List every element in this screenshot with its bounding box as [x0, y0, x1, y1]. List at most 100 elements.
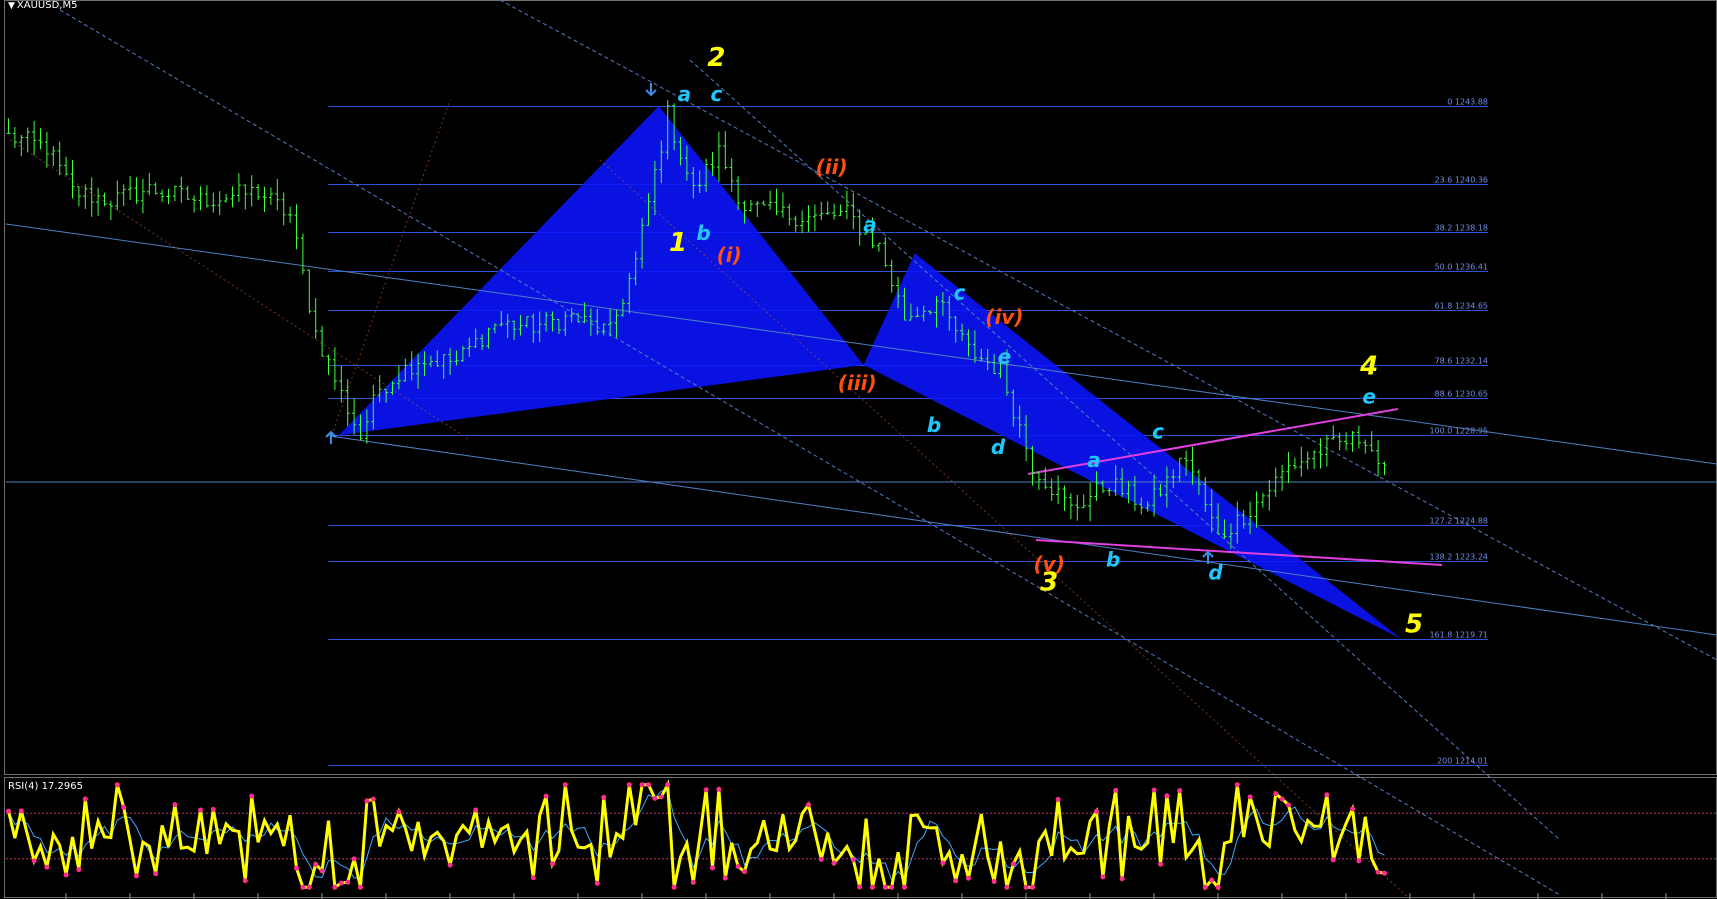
rsi-extreme-dot — [396, 809, 402, 815]
rsi-extreme-dot — [870, 884, 875, 890]
rsi-extreme-dot — [473, 807, 479, 813]
rsi-extreme-dot — [710, 865, 715, 871]
rsi-extreme-dot — [31, 858, 37, 864]
rsi-extreme-dot — [601, 794, 607, 800]
trend-line — [5, 223, 1717, 465]
rsi-extreme-dot — [370, 796, 376, 802]
candle — [832, 203, 837, 220]
rsi-extreme-dot — [543, 793, 549, 799]
rsi-extreme-dot — [882, 884, 888, 890]
rsi-extreme-dot — [1209, 877, 1215, 883]
rsi-extreme-dot — [806, 802, 811, 808]
rsi-extreme-dot — [594, 880, 600, 886]
candle — [825, 201, 830, 215]
candle — [1376, 440, 1381, 477]
candle — [876, 242, 881, 252]
candle — [70, 159, 75, 199]
candle — [294, 204, 299, 250]
candle — [1382, 461, 1387, 476]
candle — [326, 354, 331, 375]
rsi-extreme-dot — [1055, 796, 1061, 802]
rsi-extreme-dot — [1158, 861, 1163, 867]
rsi-extreme-dot — [345, 879, 351, 885]
candle — [307, 269, 312, 314]
pivot-arrow-icon — [325, 430, 337, 444]
rsi-extreme-dot — [652, 795, 658, 801]
pivot-arrow-icon — [645, 83, 657, 97]
rsi-extreme-dot — [76, 867, 82, 873]
candle — [774, 188, 779, 216]
rsi-extreme-dot — [1375, 869, 1381, 875]
rsi-extreme-dot — [332, 884, 338, 890]
candle — [140, 178, 145, 214]
rsi-extreme-dot — [82, 796, 88, 802]
rsi-extreme-dot — [1202, 884, 1208, 890]
fib-label: 161.8 1219.71 — [1429, 631, 1488, 640]
rsi-extreme-dot — [889, 884, 895, 890]
wave-label: b — [927, 413, 941, 437]
rsi-extreme-dot — [1350, 806, 1355, 812]
rsi-extreme-dot — [294, 865, 299, 871]
rsi-extreme-dot — [242, 878, 248, 884]
wave-label: (iii) — [838, 371, 877, 395]
trend-line — [329, 435, 1717, 636]
candle — [51, 146, 56, 167]
candle — [243, 184, 248, 210]
candle — [179, 176, 184, 203]
candle — [160, 189, 165, 202]
rsi-extreme-dot — [626, 782, 632, 788]
candle — [748, 199, 753, 212]
rsi-extreme-dot — [121, 804, 127, 810]
rsi-extreme-dot — [1279, 796, 1285, 802]
candle — [1369, 431, 1374, 452]
candle — [108, 200, 113, 221]
price-chart[interactable]: 0 1243.88 23.6 1240.36 38.2 1238.18 50.0 12… — [0, 0, 1717, 899]
rsi-extreme-dot — [1330, 857, 1336, 863]
trend-line — [59, 9, 1561, 896]
candle — [115, 180, 120, 211]
rsi-extreme-dot — [358, 884, 363, 890]
candle — [313, 298, 318, 339]
rsi-extreme-dot — [210, 806, 216, 812]
candle — [192, 195, 197, 213]
rsi-extreme-dot — [742, 869, 747, 875]
wave-label: a — [1087, 448, 1101, 472]
candle — [1062, 485, 1067, 511]
candle — [1286, 451, 1291, 484]
candle — [57, 141, 62, 176]
candle — [211, 192, 216, 213]
rsi-extreme-dot — [562, 782, 568, 788]
rsi-extreme-dot — [550, 861, 555, 867]
rsi-extreme-dot — [857, 884, 863, 890]
candle — [1267, 480, 1272, 511]
candle — [1356, 425, 1361, 449]
symbol-title: ▼ XAUUSD,M5 — [8, 0, 77, 11]
candle — [44, 131, 49, 168]
candle — [889, 259, 894, 293]
candle — [32, 121, 37, 156]
candle — [262, 186, 267, 213]
candle — [1318, 438, 1323, 469]
candle — [268, 187, 273, 205]
rsi-extreme-dot — [338, 880, 344, 886]
rsi-extreme-dot — [671, 884, 677, 890]
candle — [38, 128, 43, 150]
rsi-extreme-dot — [1382, 870, 1387, 876]
candle — [147, 172, 152, 196]
fib-label: 88.6 1230.65 — [1435, 390, 1488, 399]
candle — [1331, 425, 1336, 440]
rsi-line — [7, 779, 1385, 891]
wave-label: c — [1152, 420, 1164, 444]
rsi-extreme-dot — [850, 857, 856, 863]
rsi-extreme-dot — [665, 782, 671, 788]
candle — [230, 186, 235, 208]
candle — [1292, 457, 1297, 470]
wave-label: d — [991, 435, 1006, 459]
candle — [793, 215, 798, 232]
candle — [1299, 446, 1304, 477]
rsi-extreme-dot — [1113, 787, 1119, 793]
candle — [1350, 430, 1355, 452]
candle — [64, 156, 69, 176]
rsi-extreme-dot — [1356, 858, 1362, 864]
candle — [249, 175, 254, 207]
